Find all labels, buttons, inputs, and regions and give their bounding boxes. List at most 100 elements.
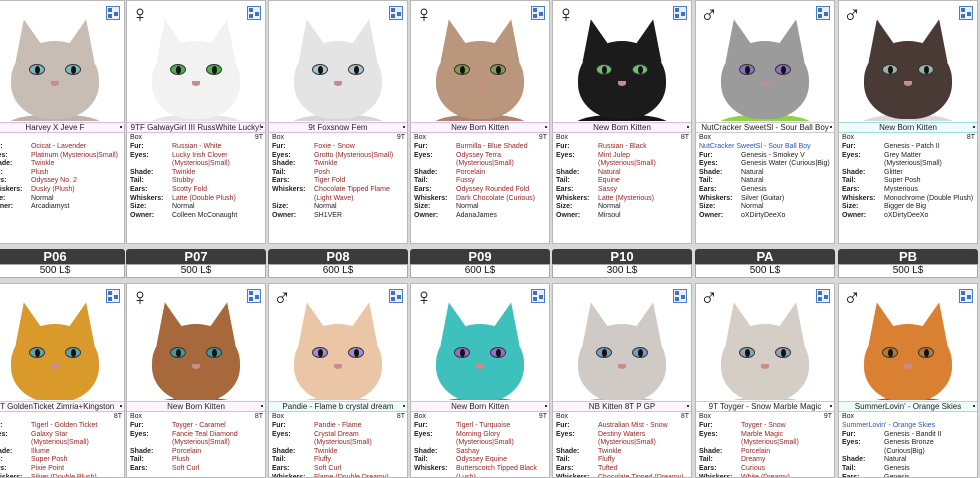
slot-label: PA [695,249,835,264]
menu-dot-icon[interactable] [120,126,122,128]
subtitle-link[interactable]: SummerLovin' - Orange Skies [842,422,975,431]
trait-list: Box SummerLovin' - Orange Skies Fur: Genesi… [842,413,975,477]
trait-list: Box 9T Fur: Tigerl - Turquoise Eyes: Morning … [414,413,547,478]
kitten-card[interactable]: ♂ New Born Kitten Box 8T Fur: Genesis - Patch… [838,0,978,244]
age-label: 8T [113,413,122,420]
price-tag[interactable]: P08 600 L$ [268,249,408,281]
share-icon[interactable] [531,6,545,20]
trait-label: Shade: [556,447,580,455]
trait-value: Butterscotch Tipped Black (Lush) [456,464,537,478]
kitten-card[interactable]: ♂ NutCracker SweetSl - Sour Ball Boy Box Nu… [695,0,835,244]
slot-label: PB [838,249,978,264]
trait-label: Whiskers: [414,464,448,472]
trait-fur: Fur: Burmilla - Blue Shaded [414,143,547,152]
price-tag[interactable]: PB 500 L$ [838,249,978,281]
menu-dot-icon[interactable] [687,126,689,128]
trait-value: Porcelain [741,447,771,455]
share-icon[interactable] [673,289,687,303]
trait-value: Genesis [884,464,910,472]
menu-dot-icon[interactable] [545,126,547,128]
trait-size: Size: Normal [130,203,263,212]
trait-value: AdanaJames [456,211,497,219]
menu-dot-icon[interactable] [545,405,547,407]
trait-whiskers: Whiskers: Latte (Double Plush) [130,195,263,204]
trait-eyes: Eyes: Mint Julep (Mysterious|Small) [556,152,689,169]
trait-value: Scotty Fold [172,185,208,193]
kitten-card[interactable]: ♀ New Born Kitten Box 9T Fur: Burmilla - Blue… [410,0,550,244]
menu-dot-icon[interactable] [973,405,975,407]
trait-label: Whiskers: [130,194,164,202]
share-icon[interactable] [673,6,687,20]
share-icon[interactable] [389,289,403,303]
trait-label: Eyes: [556,430,575,438]
share-icon[interactable] [816,6,830,20]
kitten-card[interactable]: ♂ Pandie - Flame b crystal dream Box 8T Fur:… [268,283,408,478]
menu-dot-icon[interactable] [830,126,832,128]
trait-list: Box 8T Fur: Australian Mist - Snow Eyes: Dest… [556,413,689,477]
box-row: Box [699,134,832,143]
trait-value: Normal [598,203,621,211]
price-tag[interactable]: P06 500 L$ [0,249,125,281]
trait-label: Shade: [699,447,723,455]
kitten-card[interactable]: ♀ 9TF GalwayGirl III RussWhite Lucky! Box 9… [126,0,266,244]
gender-symbol: ♀ [131,284,149,311]
price-tag[interactable]: P07 500 L$ [126,249,266,281]
trait-value: Grotto (Mysterious|Small) [314,151,394,159]
kitten-portrait [5,19,105,121]
kitten-portrait [715,19,815,121]
subtitle-link[interactable]: NutCracker SweetSl - Sour Ball Boy [699,143,832,152]
trait-value: Porcelain [172,447,202,455]
kitten-card[interactable]: ♂ 9T Toyger - Snow Marble Magic Box 9T Fur: T… [695,283,835,478]
age-label: 9T [396,134,405,141]
menu-dot-icon[interactable] [687,405,689,407]
kitten-card[interactable]: ♀ New Born Kitten Box 8T Fur: Russian - Black… [552,0,692,244]
price-tag[interactable]: P09 600 L$ [410,249,550,281]
kitten-card[interactable]: ♂ SummerLovin' - Orange Skies Box SummerLov… [838,283,978,478]
price-tag[interactable]: PA 500 L$ [695,249,835,281]
trait-label: Shade: [0,447,13,455]
kitten-card[interactable]: Harvey X Jeve F Fur: Ocicat - Lavender Eyes… [0,0,125,244]
menu-dot-icon[interactable] [973,126,975,128]
kitten-card[interactable]: NB Kitten 8T P GP Box 8T Fur: Australian Mis… [552,283,692,478]
share-icon[interactable] [247,289,261,303]
trait-eyes: Eyes: Destiny Waters (Mysterious|Small) [556,431,689,448]
menu-dot-icon[interactable] [830,405,832,407]
kitten-card[interactable]: 9t Foxsnow Fem Box 9T Fur: Foxie - Snow Eyes:… [268,0,408,244]
box-row: Box 9T [699,413,832,422]
kitten-card[interactable]: 8T GoldenTicket Zimria+Kingston 8T Fur: Tig… [0,283,125,478]
trait-value: Dreamy [741,456,766,464]
share-icon[interactable] [816,289,830,303]
kitten-card[interactable]: ♀ New Born Kitten Box 9T Fur: Tigerl - Turquo… [410,283,550,478]
trait-value: Super Posh [884,177,921,185]
box-row: Box 9T [414,134,547,143]
share-icon[interactable] [531,289,545,303]
trait-value: Australian Mist - Snow [598,422,668,429]
trait-value: Burmilla - Blue Shaded [456,143,528,150]
box-label: Box [699,413,712,420]
trait-size: Size: Bigger de Big [842,203,975,212]
trait-value: Latte (Mysterious) [598,194,655,202]
menu-dot-icon[interactable] [403,126,405,128]
trait-value: Odyssey Rounded Fold [456,185,530,193]
share-icon[interactable] [389,6,403,20]
kitten-card[interactable]: ♀ New Born Kitten Box 8T Fur: Toyger - Carame… [126,283,266,478]
trait-shade: Shade: Sashay [414,448,547,457]
trait-value: Natural [741,168,764,176]
share-icon[interactable] [106,289,120,303]
box-label: Box [842,413,855,420]
menu-dot-icon[interactable] [403,405,405,407]
kitten-name-text: 8T GoldenTicket Zimria+Kingston [0,402,115,411]
share-icon[interactable] [106,6,120,20]
trait-value: Genesis - Bandit II [884,430,942,438]
menu-dot-icon[interactable] [120,405,122,407]
share-icon[interactable] [959,289,973,303]
trait-label: Whiskers: [699,194,733,202]
price-tag[interactable]: P10 300 L$ [552,249,692,281]
box-row: Box 8T [130,413,263,422]
menu-dot-icon[interactable] [261,126,263,128]
share-icon[interactable] [959,6,973,20]
share-icon[interactable] [247,6,261,20]
trait-label: Ears: [699,464,717,472]
menu-dot-icon[interactable] [261,405,263,407]
trait-fur: Fur: Toyger - Snow [699,422,832,431]
